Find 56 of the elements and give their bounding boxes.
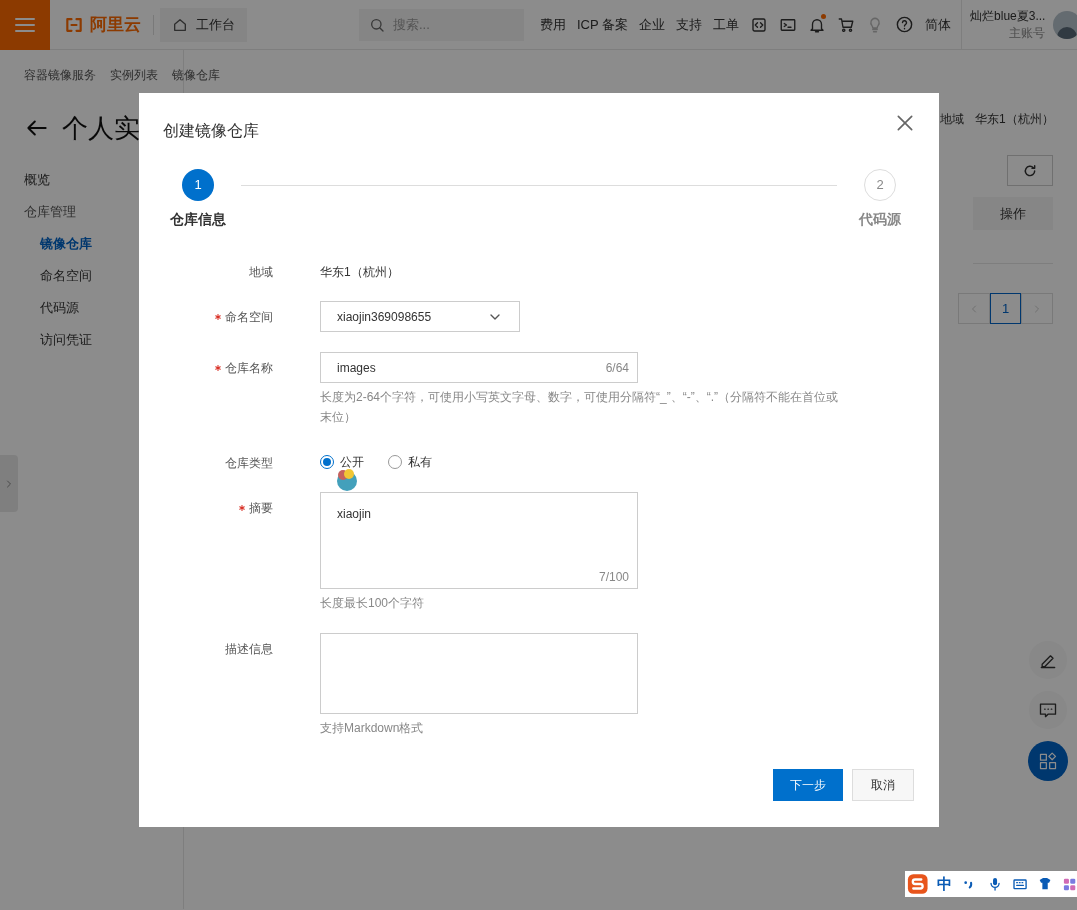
close-button[interactable] <box>895 113 915 133</box>
page-button[interactable]: 1 <box>990 293 1021 324</box>
region-label: 地域 <box>940 111 964 128</box>
s-logo-icon[interactable] <box>907 872 929 896</box>
field-label: 仓库名称 <box>225 360 273 377</box>
next-button[interactable]: 下一步 <box>773 769 843 801</box>
cancel-button[interactable]: 取消 <box>852 769 914 801</box>
text-area[interactable]: xiaojin 7/100 <box>320 492 638 589</box>
input-mode-toggle[interactable]: 中 <box>937 872 953 896</box>
refresh-icon <box>1022 162 1038 179</box>
code-icon[interactable] <box>750 15 769 34</box>
help-text: 长度最长100个字符 <box>320 596 425 610</box>
home-icon <box>172 16 188 33</box>
namespace-select[interactable]: xiaojin369098655 <box>320 301 520 332</box>
nav-link[interactable]: 企业 <box>639 14 666 35</box>
radio-option[interactable]: 公开 <box>320 453 364 471</box>
refresh-button[interactable] <box>1007 155 1053 186</box>
avatar[interactable] <box>1053 10 1077 39</box>
workbench-button[interactable]: 工作台 <box>160 7 247 42</box>
field-label: 地域 <box>249 264 273 281</box>
language-link[interactable]: 简体 <box>925 14 952 35</box>
field-value: 华东1（杭州） <box>320 264 399 281</box>
nav-link[interactable]: ICP 备案 <box>577 14 629 35</box>
user-name: 灿烂blue夏3... <box>970 7 1046 25</box>
click-highlight-icon <box>334 467 360 493</box>
field-label: 描述信息 <box>225 641 273 658</box>
field-label: 摘要 <box>249 500 273 517</box>
apps-button[interactable] <box>1028 741 1068 781</box>
field-label: 命名空间 <box>225 309 273 326</box>
page-title: 个人实 <box>62 111 140 145</box>
breadcrumb-link[interactable]: 实例列表 <box>110 66 158 84</box>
breadcrumb-link[interactable]: 镜像仓库 <box>172 66 220 84</box>
nav-link[interactable]: 支持 <box>676 14 703 35</box>
cart-icon[interactable] <box>837 15 856 34</box>
close-icon <box>895 113 915 133</box>
help-text: 长度为2-64个字符，可使用小写英文字母、数字，可使用分隔符“_”、“-”、“.”（分隔符不能在首位或末位） <box>320 390 838 424</box>
step-label: 代码源 <box>859 210 901 229</box>
logo-text: 阿里云 <box>90 13 141 36</box>
table-header: 操作 <box>973 197 1053 230</box>
char-counter: 7/100 <box>598 569 629 586</box>
help-icon[interactable] <box>895 15 915 34</box>
dialog-title: 创建镜像仓库 <box>163 121 259 141</box>
radio-option[interactable]: 私有 <box>388 453 432 471</box>
input-field[interactable]: images 6/64 <box>320 352 638 383</box>
apps-icon <box>1038 751 1058 771</box>
search-icon <box>369 16 385 33</box>
nav-link[interactable]: 工单 <box>713 14 740 35</box>
help-text: 支持Markdown格式 <box>320 721 424 735</box>
step-label: 仓库信息 <box>170 210 226 229</box>
char-counter: 6/64 <box>605 359 629 377</box>
feedback-button[interactable] <box>1029 691 1067 729</box>
nav-link[interactable]: 费用 <box>540 14 566 35</box>
field-label: 仓库类型 <box>225 455 273 472</box>
breadcrumb-link[interactable]: 容器镜像服务 <box>24 66 96 84</box>
edit-button[interactable] <box>1029 641 1067 679</box>
region-value[interactable]: 华东1（杭州） <box>975 110 1054 128</box>
